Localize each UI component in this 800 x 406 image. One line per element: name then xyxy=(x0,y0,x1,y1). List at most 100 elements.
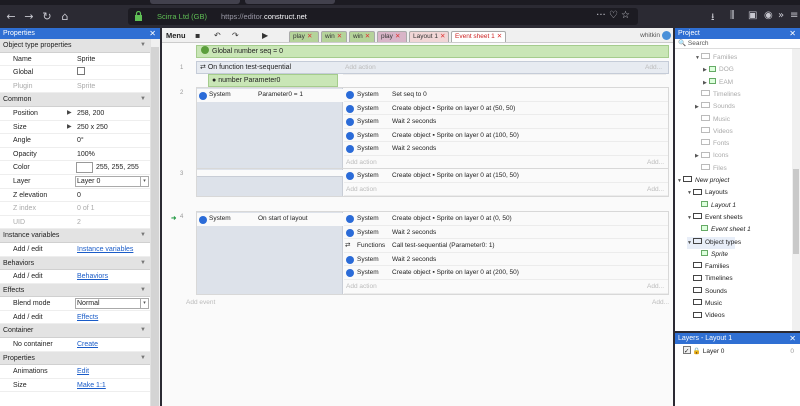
add-action[interactable]: Add action Add... xyxy=(344,280,668,294)
property-link[interactable]: Edit xyxy=(77,368,89,375)
tree-item[interactable]: Videos xyxy=(687,310,725,322)
expand-arrow-icon[interactable]: ▶ xyxy=(67,121,72,135)
properties-scrollbar[interactable] xyxy=(150,39,160,406)
action-row[interactable]: System Create object ▪ Sprite on layer 0 … xyxy=(344,266,668,280)
overflow-icon[interactable]: » xyxy=(778,10,784,21)
forward-icon[interactable]: → xyxy=(22,10,36,23)
property-row[interactable]: Add / edit Behaviors xyxy=(0,270,150,284)
condition-column[interactable]: ➜ System On start of layout xyxy=(171,212,343,294)
property-row[interactable]: Animations Edit xyxy=(0,365,150,379)
play-icon[interactable]: ▶ xyxy=(262,31,268,40)
close-icon[interactable]: ✕ xyxy=(497,33,502,40)
property-row[interactable]: Z elevation 0 xyxy=(0,189,150,203)
add-action[interactable]: Add action Add... xyxy=(344,183,668,197)
hamburger-menu-icon[interactable]: ≡ xyxy=(790,10,798,21)
property-row[interactable]: Blend mode ▾ Normal xyxy=(0,297,150,311)
close-icon[interactable]: ✕ xyxy=(395,33,400,40)
action-row[interactable]: System Wait 2 seconds xyxy=(344,115,668,129)
event-block[interactable]: System Parameter0 = 1 System Set seq to 0 Sy… xyxy=(196,87,669,171)
property-section[interactable]: Object type properties ▼ xyxy=(0,39,150,53)
undo-icon[interactable]: ↶ xyxy=(214,31,221,40)
add-event-more[interactable]: Add... xyxy=(652,299,669,306)
action-row[interactable]: System Create object ▪ Sprite on layer 0 … xyxy=(344,129,668,143)
action-row[interactable]: System Wait 2 seconds xyxy=(344,142,668,156)
tab-play[interactable]: play ✕ xyxy=(377,31,407,42)
tree-item[interactable]: Timelines xyxy=(687,273,733,285)
add-action[interactable]: Add action Add... xyxy=(343,61,666,75)
tree-item[interactable]: Sounds xyxy=(687,286,727,298)
search-input[interactable]: 🔍 Search xyxy=(675,39,800,49)
save-icon[interactable]: ▪ xyxy=(195,31,200,40)
function-parameter[interactable]: ● number Parameter0 xyxy=(208,74,338,87)
collapse-arrow-icon[interactable]: ▼ xyxy=(140,324,146,338)
close-icon[interactable]: ✕ xyxy=(789,28,796,39)
property-row[interactable]: UID 2 xyxy=(0,216,150,230)
home-icon[interactable]: ⌂ xyxy=(58,10,72,23)
add-event[interactable]: Add event xyxy=(186,299,215,306)
event-block[interactable]: ➜ System On start of layout System Create ob… xyxy=(171,211,669,295)
property-value[interactable]: 0° xyxy=(77,134,84,148)
expand-arrow-icon[interactable]: ▶ xyxy=(67,107,72,121)
scrollbar-thumb[interactable] xyxy=(793,169,799,254)
action-row[interactable]: System Wait 2 seconds xyxy=(344,226,668,240)
property-section[interactable]: Properties ▼ xyxy=(0,351,150,366)
property-section[interactable]: Behaviors ▼ xyxy=(0,256,150,271)
collapse-arrow-icon[interactable]: ▼ xyxy=(140,284,146,298)
action-row[interactable]: System Create object ▪ Sprite on layer 0 … xyxy=(344,102,668,116)
property-row[interactable]: Layer ▾ Layer 0 xyxy=(0,175,150,189)
property-row[interactable]: Position ▶ 258, 200 xyxy=(0,107,150,121)
property-row[interactable]: Plugin Sprite xyxy=(0,80,150,94)
collapse-arrow-icon[interactable]: ▼ xyxy=(140,93,146,107)
close-icon[interactable]: ✕ xyxy=(365,33,370,40)
property-row[interactable]: Opacity 100% xyxy=(0,148,150,162)
collapse-arrow-icon[interactable]: ▼ xyxy=(140,39,146,53)
condition-column[interactable] xyxy=(197,169,343,197)
tree-item[interactable]: ▶ Icons xyxy=(695,150,729,162)
condition-row[interactable]: System Parameter0 = 1 xyxy=(197,89,343,102)
action-row[interactable]: System Set seq to 0 xyxy=(344,88,668,102)
project-scrollbar[interactable] xyxy=(792,49,800,331)
property-link[interactable]: Behaviors xyxy=(77,273,108,280)
property-row[interactable]: Color 255, 255, 255 xyxy=(0,161,150,175)
condition-column[interactable]: System Parameter0 = 1 xyxy=(197,88,343,170)
page-actions-icon[interactable]: ··· ♡ ☆ xyxy=(596,10,630,21)
property-row[interactable]: Size Make 1:1 xyxy=(0,379,150,393)
property-row[interactable]: Angle 0° xyxy=(0,134,150,148)
global-checkbox[interactable] xyxy=(77,67,85,76)
tree-item[interactable]: Layout 1 xyxy=(695,200,736,212)
property-value[interactable]: 0 xyxy=(77,189,81,203)
tab-event-sheet-1[interactable]: Event sheet 1 ✕ xyxy=(451,31,506,42)
close-icon[interactable]: ✕ xyxy=(307,33,312,40)
property-row[interactable]: Add / edit Effects xyxy=(0,311,150,325)
tab-win[interactable]: win ✕ xyxy=(349,31,375,42)
action-row[interactable]: System Create object ▪ Sprite on layer 0 … xyxy=(344,169,668,183)
property-value[interactable]: Sprite xyxy=(77,53,95,67)
property-section[interactable]: Common ▼ xyxy=(0,93,150,107)
property-row[interactable]: Global xyxy=(0,66,150,80)
collapse-arrow-icon[interactable]: ▼ xyxy=(140,352,146,366)
browser-tab[interactable] xyxy=(150,0,240,4)
tree-item[interactable]: ▶ Sounds xyxy=(695,101,735,113)
username[interactable]: whitkin xyxy=(640,32,660,39)
tree-item[interactable]: Music xyxy=(695,114,730,126)
property-row[interactable]: Name Sprite xyxy=(0,53,150,67)
property-section[interactable]: Instance variables ▼ xyxy=(0,229,150,243)
action-row[interactable]: System Create object ▪ Sprite on layer 0 … xyxy=(344,212,668,226)
tab-win[interactable]: win ✕ xyxy=(321,31,347,42)
tab-play[interactable]: play ✕ xyxy=(289,31,319,42)
scrollbar-thumb[interactable] xyxy=(151,47,159,406)
close-icon[interactable]: ✕ xyxy=(440,33,445,40)
reload-icon[interactable]: ↻ xyxy=(40,10,54,23)
sidebar-icon[interactable]: ▣ xyxy=(748,10,757,21)
tree-item[interactable]: Families xyxy=(687,261,729,273)
tree-item[interactable]: Music xyxy=(687,298,722,310)
action-row[interactable]: ⇄ Functions Call test-sequential (Paramete… xyxy=(344,239,668,253)
event-block[interactable]: System Create object ▪ Sprite on layer 0 … xyxy=(196,168,669,198)
avatar[interactable] xyxy=(662,31,671,40)
property-value[interactable]: 100% xyxy=(77,148,95,162)
visible-checkbox[interactable]: ✓ xyxy=(683,346,691,355)
property-link[interactable]: Instance variables xyxy=(77,246,133,253)
property-link[interactable]: Effects xyxy=(77,314,98,321)
close-icon[interactable]: ✕ xyxy=(789,333,796,344)
tree-item[interactable]: Files xyxy=(695,163,727,175)
